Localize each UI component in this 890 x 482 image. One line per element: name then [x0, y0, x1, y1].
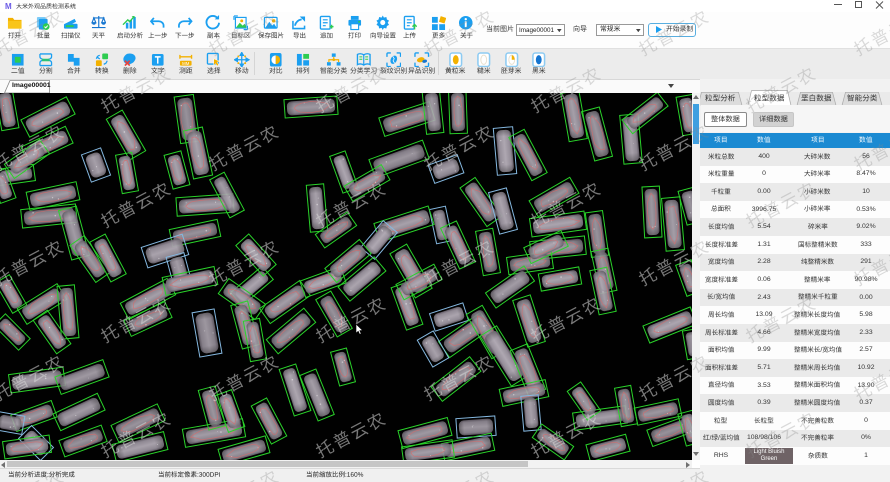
svg-text:MM: MM: [182, 61, 190, 66]
